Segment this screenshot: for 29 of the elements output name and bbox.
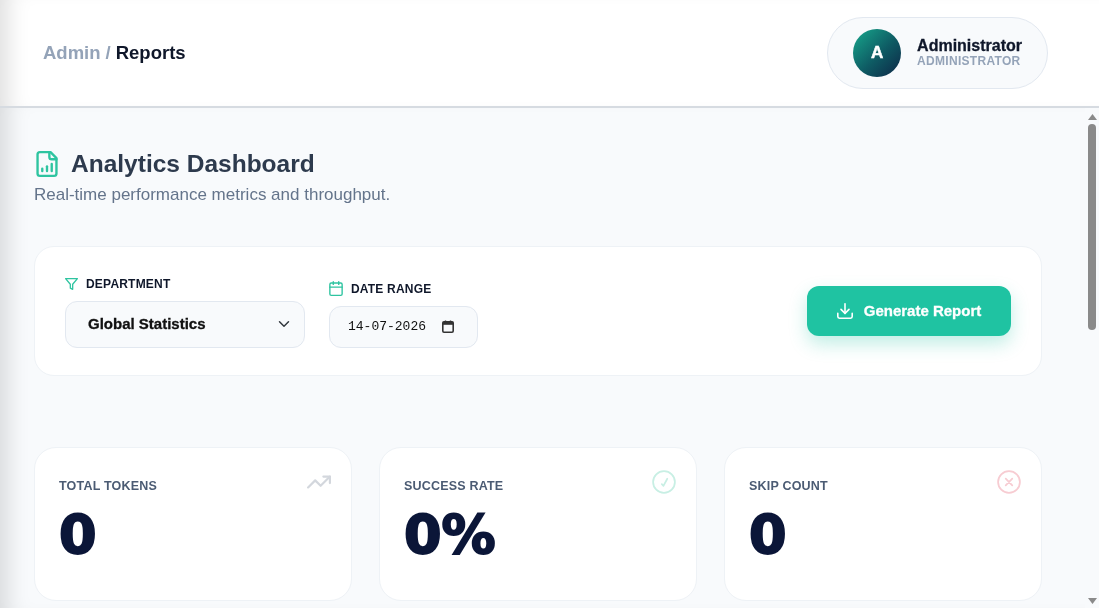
scrollbar-thumb[interactable] xyxy=(1088,124,1096,330)
date-field[interactable]: 14-07-2026 xyxy=(329,305,478,348)
stat-label: TOTAL TOKENS xyxy=(59,477,157,495)
page-title: Analytics Dashboard xyxy=(71,149,315,179)
check-circle-icon xyxy=(652,469,676,494)
stat-label: SUCCESS RATE xyxy=(404,477,504,495)
x-circle-icon xyxy=(997,469,1021,494)
file-chart-icon xyxy=(36,150,58,177)
stat-label: SKIP COUNT xyxy=(749,477,828,495)
user-role: ADMINISTRATOR xyxy=(917,54,1022,68)
download-icon xyxy=(836,303,853,320)
stat-value: 0 xyxy=(749,507,788,562)
scroll-down-icon[interactable] xyxy=(1087,598,1097,604)
filter-icon xyxy=(65,277,78,290)
user-name: Administrator xyxy=(917,38,1022,55)
calendar-icon[interactable] xyxy=(442,319,454,333)
breadcrumb-current: Reports xyxy=(115,41,186,66)
department-select[interactable]: Global Statistics xyxy=(65,300,305,348)
department-label: DEPARTMENT xyxy=(86,275,171,293)
trending-up-icon xyxy=(307,474,331,489)
calendar-icon xyxy=(329,281,343,297)
avatar: A xyxy=(853,29,902,77)
user-profile-pill[interactable]: A Administrator ADMINISTRATOR xyxy=(827,17,1048,89)
breadcrumb-separator: / xyxy=(105,41,111,66)
date-range-label: DATE RANGE xyxy=(351,280,432,298)
stat-value: 0% xyxy=(404,507,497,562)
scroll-up-icon[interactable] xyxy=(1087,114,1097,120)
stat-value: 0 xyxy=(59,507,98,562)
page-subtitle: Real-time performance metrics and throughput. xyxy=(34,184,392,207)
